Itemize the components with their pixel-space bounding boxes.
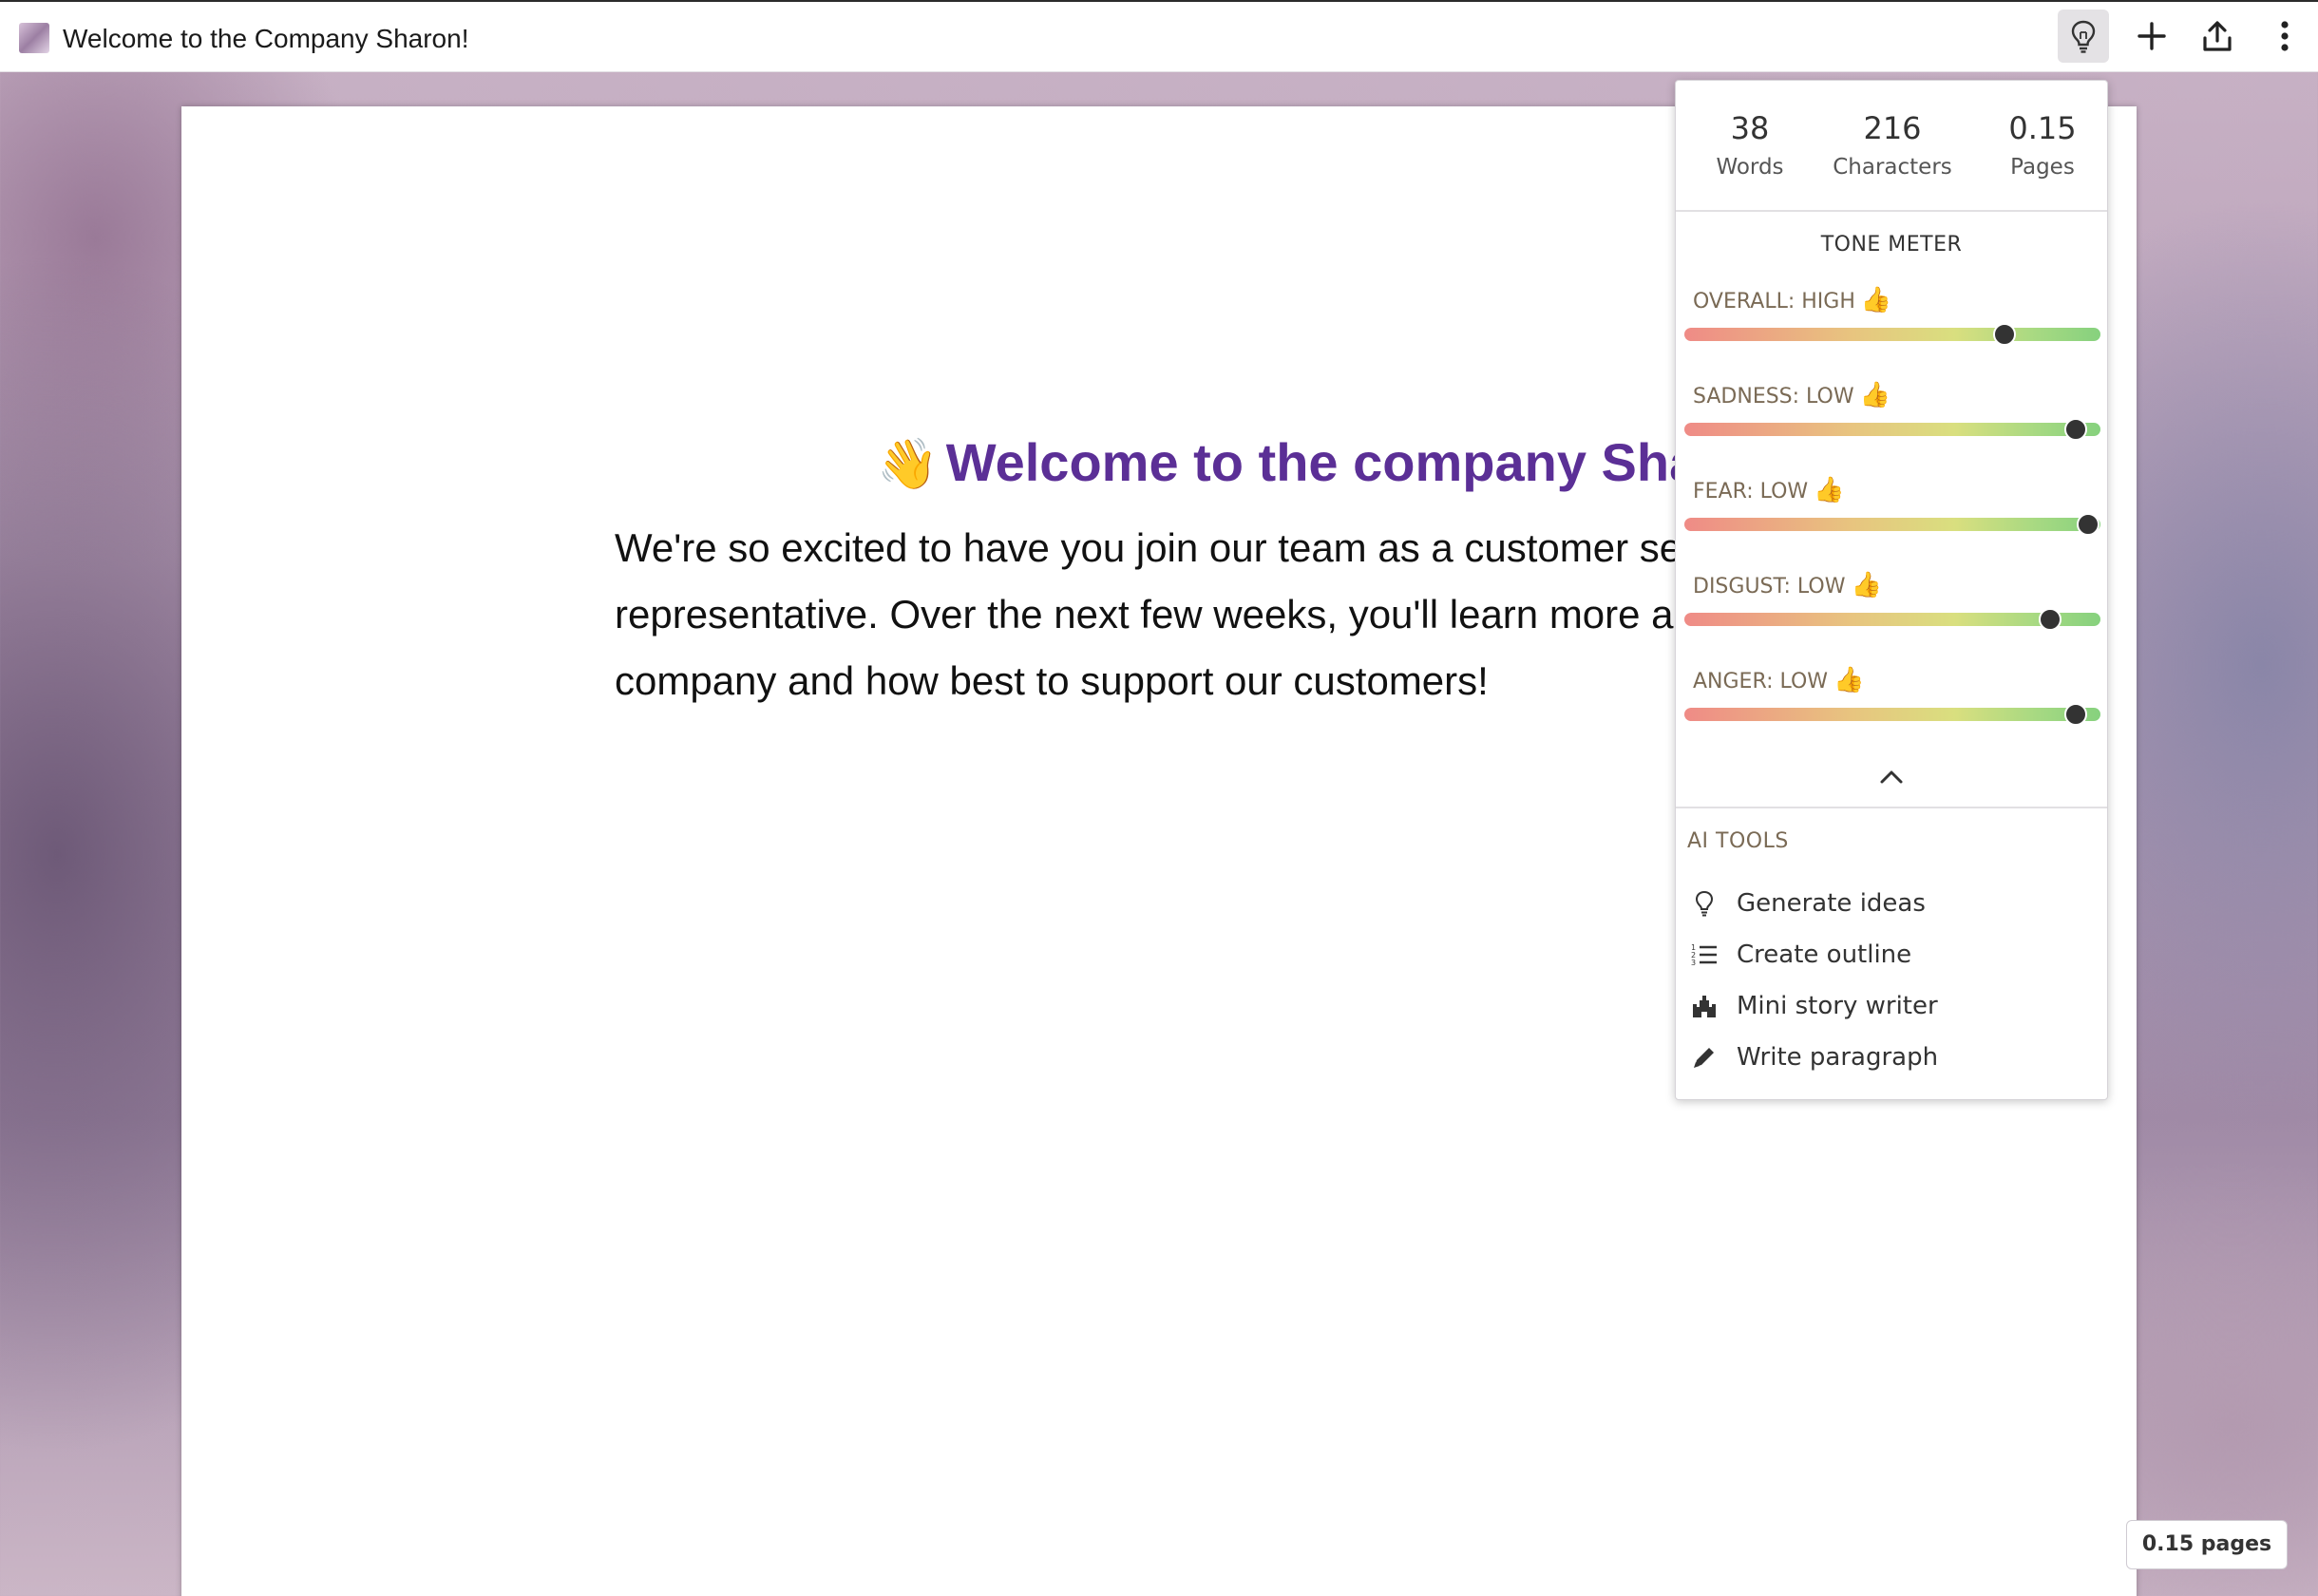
tone-label: DISGUST: LOW 👍 xyxy=(1693,569,1882,603)
tone-meter-title: TONE METER xyxy=(1820,233,1963,256)
tone-fear: FEAR: LOW 👍 xyxy=(1676,474,2107,560)
tone-label-text: FEAR: LOW xyxy=(1693,480,1809,504)
more-options-button[interactable] xyxy=(2259,10,2310,63)
stat-label: Pages xyxy=(2010,155,2075,180)
lightbulb-icon xyxy=(2071,20,2096,53)
ai-tool-label: Mini story writer xyxy=(1737,992,1938,1020)
tone-label-text: ANGER: LOW xyxy=(1693,670,1829,694)
stat-label: Characters xyxy=(1833,155,1952,180)
lightbulb-icon xyxy=(1689,888,1720,919)
tone-label: FEAR: LOW 👍 xyxy=(1693,474,1845,508)
stat-pages: 0.15 Pages xyxy=(1976,109,2107,183)
ai-tools-title: AI TOOLS xyxy=(1687,829,1789,853)
ai-tool-generate-ideas[interactable]: Generate ideas xyxy=(1676,881,2107,926)
thumbs-up-icon: 👍 xyxy=(1860,286,1892,314)
tone-track xyxy=(1684,423,2100,436)
ai-tool-label: Create outline xyxy=(1737,940,1912,969)
heading-text: Welcome to the company Sharon! xyxy=(945,432,1803,492)
waving-hand-icon: 👋 xyxy=(877,437,939,492)
pencil-icon xyxy=(1689,1042,1720,1073)
tone-disgust: DISGUST: LOW 👍 xyxy=(1676,569,2107,655)
tone-track xyxy=(1684,328,2100,341)
more-vert-icon xyxy=(2281,21,2289,51)
tone-overall: OVERALL: HIGH 👍 xyxy=(1676,284,2107,370)
numbered-list-icon: 1 2 3 xyxy=(1689,940,1720,970)
document-heading[interactable]: 👋 Welcome to the company Sharon! xyxy=(877,429,1802,498)
tone-track xyxy=(1684,518,2100,531)
tone-label-text: DISGUST: LOW xyxy=(1693,575,1846,598)
stat-label: Words xyxy=(1716,155,1784,180)
ai-tool-write-paragraph[interactable]: Write paragraph xyxy=(1676,1035,2107,1080)
tone-track xyxy=(1684,708,2100,721)
ai-tools-divider xyxy=(1676,807,2107,808)
ai-tool-label: Generate ideas xyxy=(1737,889,1926,918)
ai-tool-mini-story-writer[interactable]: Mini story writer xyxy=(1676,983,2107,1029)
tone-label: OVERALL: HIGH 👍 xyxy=(1693,284,1891,318)
insights-panel: 38 Words 216 Characters 0.15 Pages TONE … xyxy=(1675,80,2108,1100)
tone-knob xyxy=(2063,418,2087,441)
tone-label-text: OVERALL: HIGH xyxy=(1693,290,1855,314)
document-title[interactable]: Welcome to the Company Sharon! xyxy=(63,23,468,55)
thumbs-up-icon: 👍 xyxy=(1834,666,1865,694)
tone-sadness: SADNESS: LOW 👍 xyxy=(1676,379,2107,465)
tone-knob xyxy=(2063,703,2087,726)
collapse-button[interactable] xyxy=(1676,755,2107,799)
share-icon xyxy=(2203,21,2232,51)
share-button[interactable] xyxy=(2192,10,2243,63)
stat-value: 0.15 xyxy=(2008,110,2077,146)
tone-knob xyxy=(1993,323,2017,346)
ai-tool-label: Write paragraph xyxy=(1737,1043,1939,1072)
tone-knob xyxy=(2076,513,2100,536)
tone-knob xyxy=(2039,608,2062,631)
tone-track xyxy=(1684,613,2100,626)
tone-label: SADNESS: LOW 👍 xyxy=(1693,379,1890,413)
thumbs-up-icon: 👍 xyxy=(1814,476,1845,504)
thumbs-up-icon: 👍 xyxy=(1851,571,1882,599)
stat-words: 38 Words xyxy=(1683,109,1816,183)
document-stats: 38 Words 216 Characters 0.15 Pages xyxy=(1676,81,2107,212)
thumbs-up-icon: 👍 xyxy=(1859,381,1890,409)
stat-value: 38 xyxy=(1730,110,1770,146)
lightbulb-button[interactable] xyxy=(2058,10,2109,63)
ai-tool-create-outline[interactable]: 1 2 3 Create outline xyxy=(1676,932,2107,978)
tone-label-text: SADNESS: LOW xyxy=(1693,385,1854,408)
plus-icon xyxy=(2138,22,2166,50)
add-button[interactable] xyxy=(2126,10,2177,63)
page-count-badge: 0.15 pages xyxy=(2126,1520,2288,1569)
stat-characters: 216 Characters xyxy=(1826,109,1959,183)
stat-value: 216 xyxy=(1863,110,1922,146)
tone-anger: ANGER: LOW 👍 xyxy=(1676,664,2107,750)
document-favicon xyxy=(19,23,49,53)
tone-label: ANGER: LOW 👍 xyxy=(1693,664,1864,698)
top-bar: Welcome to the Company Sharon! xyxy=(0,0,2318,72)
svg-text:3: 3 xyxy=(1691,959,1696,967)
chevron-up-icon xyxy=(1880,770,1903,784)
castle-icon xyxy=(1689,991,1720,1021)
